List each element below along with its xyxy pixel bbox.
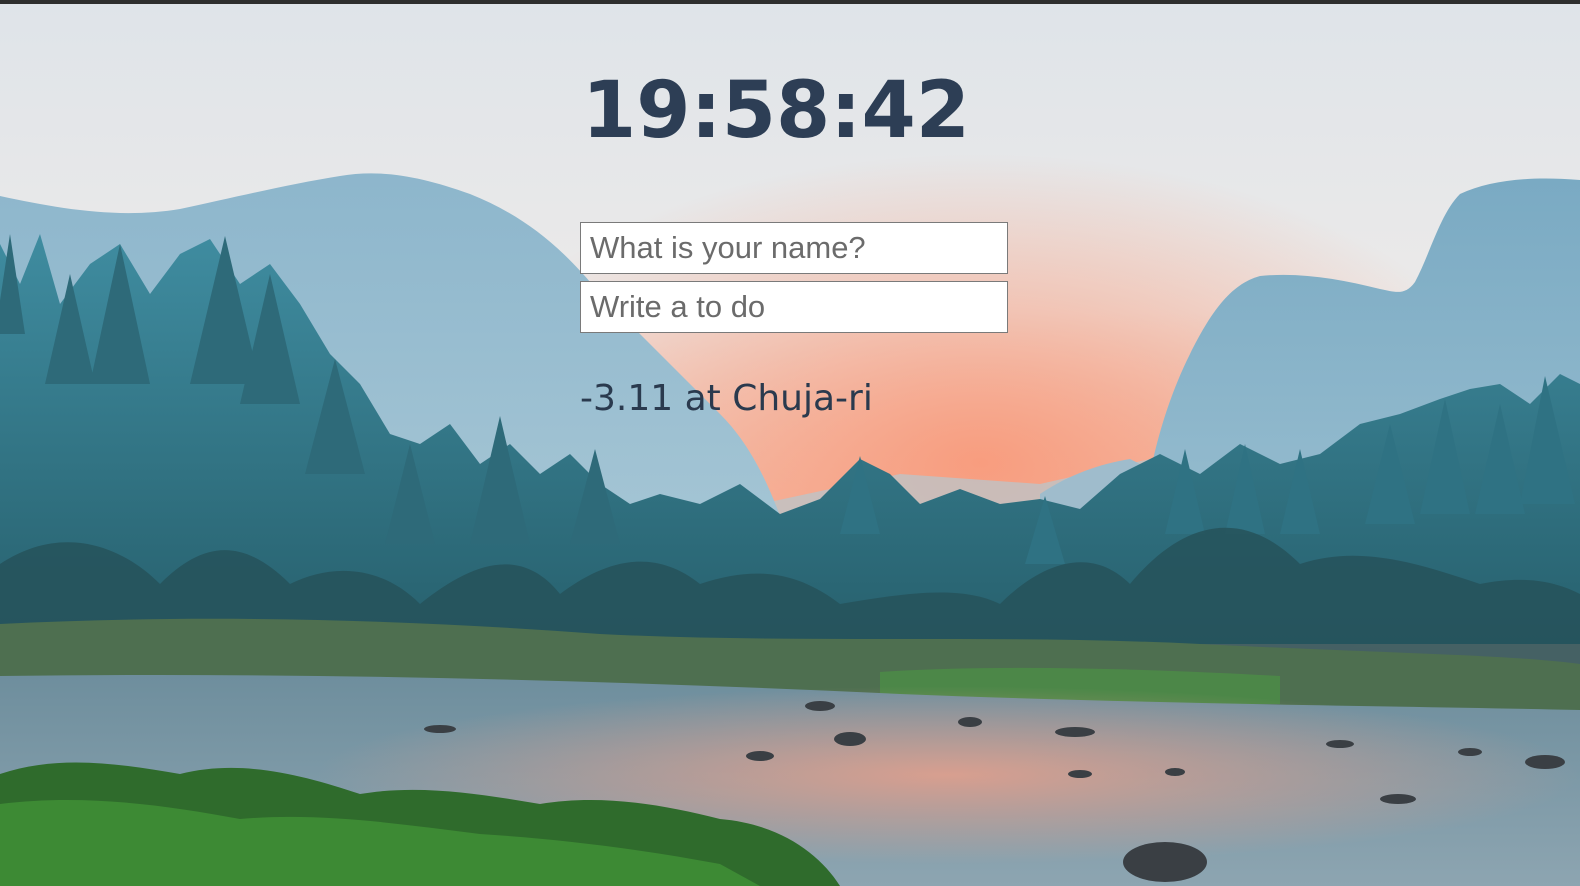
todo-input[interactable]	[580, 281, 1008, 333]
name-input[interactable]	[580, 222, 1008, 274]
weather-info: -3.11 at Chuja-ri	[580, 378, 873, 419]
clock-display: 19:58:42	[582, 66, 971, 156]
